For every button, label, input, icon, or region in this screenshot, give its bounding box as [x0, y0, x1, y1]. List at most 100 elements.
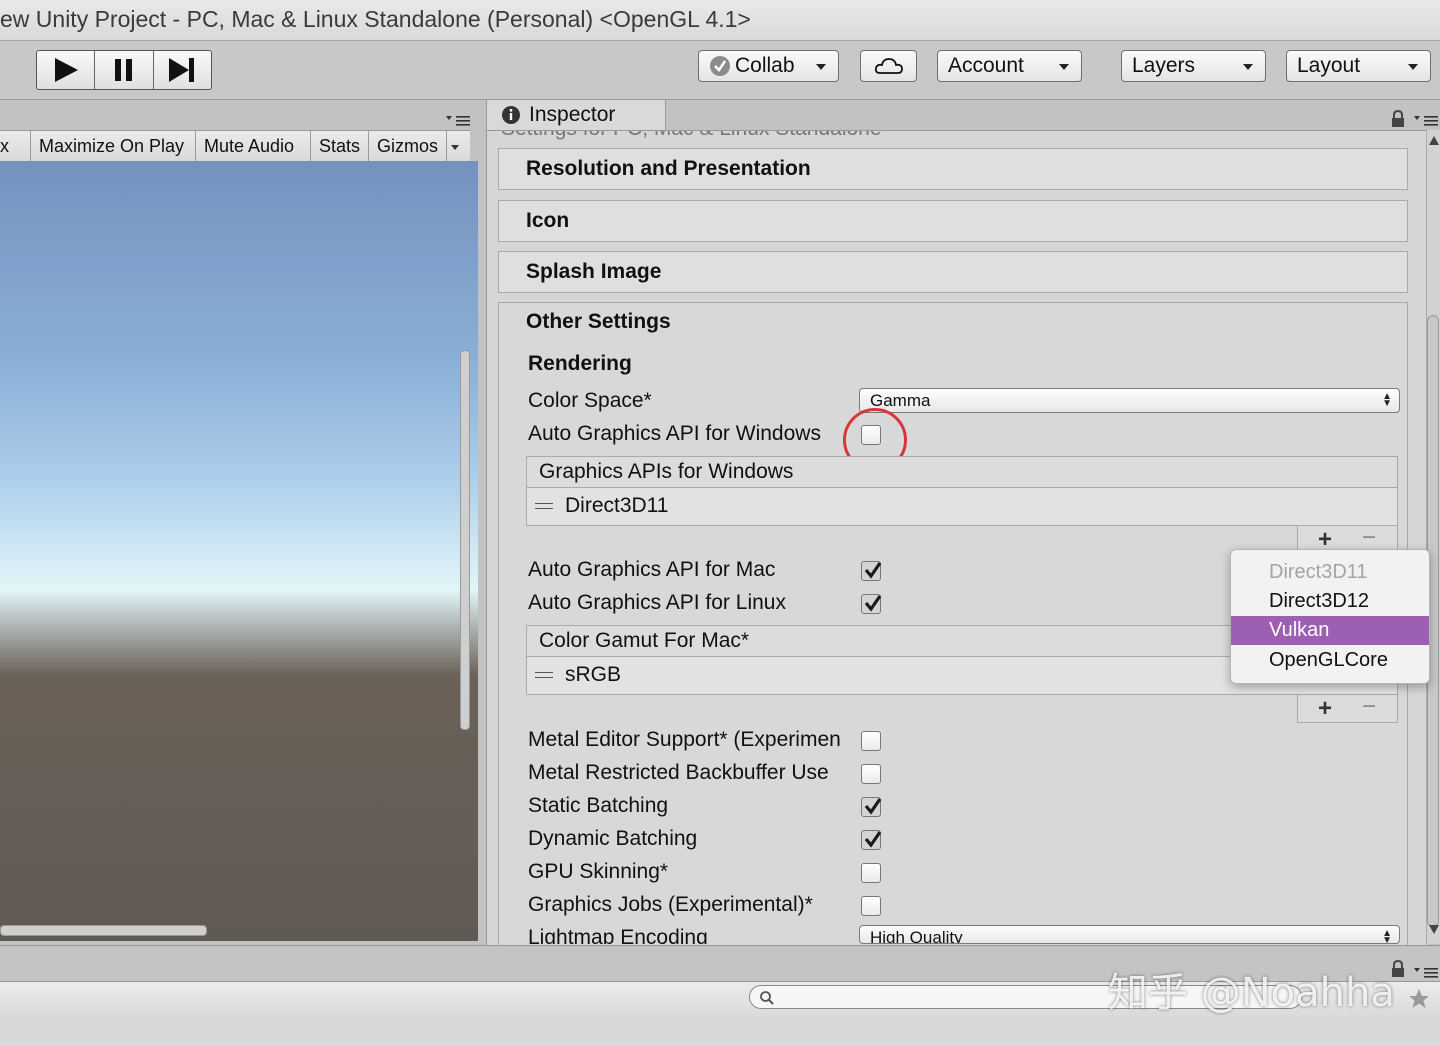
color-space-label: Color Space*: [528, 389, 652, 412]
mute-audio-toggle[interactable]: Mute Audio: [195, 131, 310, 161]
cloud-icon: [874, 58, 903, 74]
section-splash-image[interactable]: Splash Image: [498, 251, 1408, 293]
account-button[interactable]: Account: [937, 50, 1082, 82]
checkmark-icon: [864, 595, 882, 612]
collab-label: Collab: [735, 54, 795, 77]
window-title: ew Unity Project - PC, Mac & Linux Stand…: [0, 6, 751, 32]
add-icon[interactable]: +: [1318, 695, 1332, 723]
game-options-bar: x Maximize On Play Mute Audio Stats Gizm…: [0, 130, 470, 162]
updown-arrows-icon: ▲ ▼: [1382, 928, 1392, 944]
layers-label: Layers: [1132, 54, 1196, 77]
layout-label: Layout: [1297, 54, 1361, 77]
panel-menu-icon[interactable]: [1414, 114, 1440, 128]
dropdown-item-direct3d11: Direct3D11: [1269, 561, 1368, 583]
dropdown-item-openglcore[interactable]: OpenGLCore: [1231, 646, 1429, 675]
metal-editor-support-checkbox[interactable]: [861, 731, 881, 751]
star-icon[interactable]: [1408, 988, 1430, 1010]
play-button[interactable]: [37, 51, 96, 89]
scroll-down-icon[interactable]: [1429, 925, 1439, 934]
color-space-select[interactable]: Gamma ▲ ▼: [859, 388, 1400, 413]
section-resolution-presentation[interactable]: Resolution and Presentation: [498, 148, 1408, 190]
chevron-down-icon: [1059, 64, 1069, 70]
search-icon: [760, 991, 774, 1005]
checkmark-icon: [864, 798, 882, 815]
lightmap-encoding-label: Lightmap Encoding: [528, 926, 708, 944]
playback-controls: [36, 50, 212, 90]
auto-api-windows-label: Auto Graphics API for Windows: [528, 422, 821, 445]
lightmap-encoding-value: High Quality: [870, 928, 963, 944]
inspector-tab-label: Inspector: [529, 103, 616, 126]
pause-button[interactable]: [95, 51, 154, 89]
dynamic-batching-label: Dynamic Batching: [528, 827, 698, 850]
graphics-jobs-label: Graphics Jobs (Experimental)*: [528, 893, 813, 916]
window-title-bar: ew Unity Project - PC, Mac & Linux Stand…: [0, 0, 1440, 41]
chevron-down-icon: [451, 144, 459, 150]
checkmark-icon: [864, 831, 882, 848]
game-vertical-scrollbar[interactable]: [460, 350, 470, 730]
dropdown-item-direct3d12[interactable]: Direct3D12: [1231, 587, 1429, 616]
info-icon: [502, 106, 520, 124]
main-toolbar: Collab Account Layers Layout: [0, 41, 1440, 100]
remove-icon[interactable]: −: [1362, 693, 1376, 721]
check-circle-icon: [710, 56, 730, 76]
color-space-value: Gamma: [870, 391, 931, 410]
scroll-up-icon[interactable]: [1429, 136, 1439, 145]
stats-toggle[interactable]: Stats: [310, 131, 369, 161]
updown-arrows-icon: ▲ ▼: [1382, 391, 1392, 409]
step-forward-icon: [169, 58, 195, 82]
remove-icon[interactable]: −: [1362, 524, 1376, 552]
game-tab-bar: [0, 100, 482, 130]
graphics-api-dropdown-menu: Direct3D11 Direct3D12 Vulkan OpenGLCore: [1230, 549, 1430, 684]
metal-restricted-backbuffer-label: Metal Restricted Backbuffer Use: [528, 761, 829, 784]
drag-handle-icon[interactable]: [535, 503, 553, 509]
metal-editor-support-label: Metal Editor Support* (Experimen: [528, 728, 841, 751]
inspector-cut-off-header: Settings for PC, Mac & Linux Standalone: [501, 131, 882, 141]
static-batching-label: Static Batching: [528, 794, 669, 817]
list-item[interactable]: Direct3D11: [526, 488, 1398, 526]
gizmos-dropdown[interactable]: [446, 131, 465, 161]
project-panel-area: [0, 1016, 1440, 1046]
game-horizontal-scrollbar[interactable]: [0, 925, 207, 936]
list-item-label: Direct3D11: [565, 494, 669, 517]
drag-handle-icon[interactable]: [535, 672, 553, 678]
auto-api-mac-label: Auto Graphics API for Mac: [528, 558, 776, 581]
collab-button[interactable]: Collab: [698, 50, 839, 82]
layout-dropdown[interactable]: Layout: [1286, 50, 1431, 82]
watermark-text: 知乎 @Noahha: [1108, 970, 1395, 1016]
tab-inspector[interactable]: Inspector: [486, 99, 666, 130]
list-item-label: sRGB: [565, 663, 622, 686]
static-batching-checkbox[interactable]: [861, 797, 882, 817]
graphics-jobs-checkbox[interactable]: [861, 896, 881, 916]
game-option-partial[interactable]: x: [0, 131, 9, 161]
game-viewport[interactable]: [0, 161, 478, 941]
chevron-down-icon: [816, 64, 826, 70]
account-label: Account: [948, 54, 1024, 77]
dynamic-batching-checkbox[interactable]: [861, 830, 882, 850]
dropdown-item-vulkan[interactable]: Vulkan: [1231, 616, 1429, 645]
cloud-button[interactable]: [860, 50, 917, 82]
panel-menu-icon[interactable]: [446, 114, 472, 128]
rendering-heading: Rendering: [528, 352, 632, 375]
gpu-skinning-label: GPU Skinning*: [528, 860, 669, 883]
gpu-skinning-checkbox[interactable]: [861, 863, 881, 883]
layers-dropdown[interactable]: Layers: [1121, 50, 1266, 82]
gizmos-toggle[interactable]: Gizmos: [368, 131, 447, 161]
auto-api-linux-label: Auto Graphics API for Linux: [528, 591, 786, 614]
step-button[interactable]: [154, 51, 211, 89]
play-icon: [54, 58, 78, 82]
auto-api-linux-checkbox[interactable]: [861, 594, 882, 614]
graphics-apis-windows-header: Graphics APIs for Windows: [526, 456, 1398, 488]
maximize-on-play-toggle[interactable]: Maximize On Play: [30, 131, 196, 161]
color-gamut-plus-minus: + −: [1297, 693, 1398, 723]
checkmark-icon: [864, 562, 882, 579]
chevron-down-icon: [1243, 64, 1253, 70]
metal-restricted-backbuffer-checkbox[interactable]: [861, 764, 881, 784]
lightmap-encoding-select[interactable]: High Quality ▲ ▼: [859, 925, 1400, 944]
lock-icon[interactable]: [1390, 110, 1406, 128]
section-icon[interactable]: Icon: [498, 200, 1408, 242]
panel-menu-icon[interactable]: [1414, 966, 1440, 980]
auto-api-mac-checkbox[interactable]: [861, 561, 882, 581]
chevron-down-icon: [1408, 64, 1418, 70]
section-other-settings[interactable]: Other Settings: [526, 310, 671, 334]
pause-icon: [114, 59, 132, 81]
